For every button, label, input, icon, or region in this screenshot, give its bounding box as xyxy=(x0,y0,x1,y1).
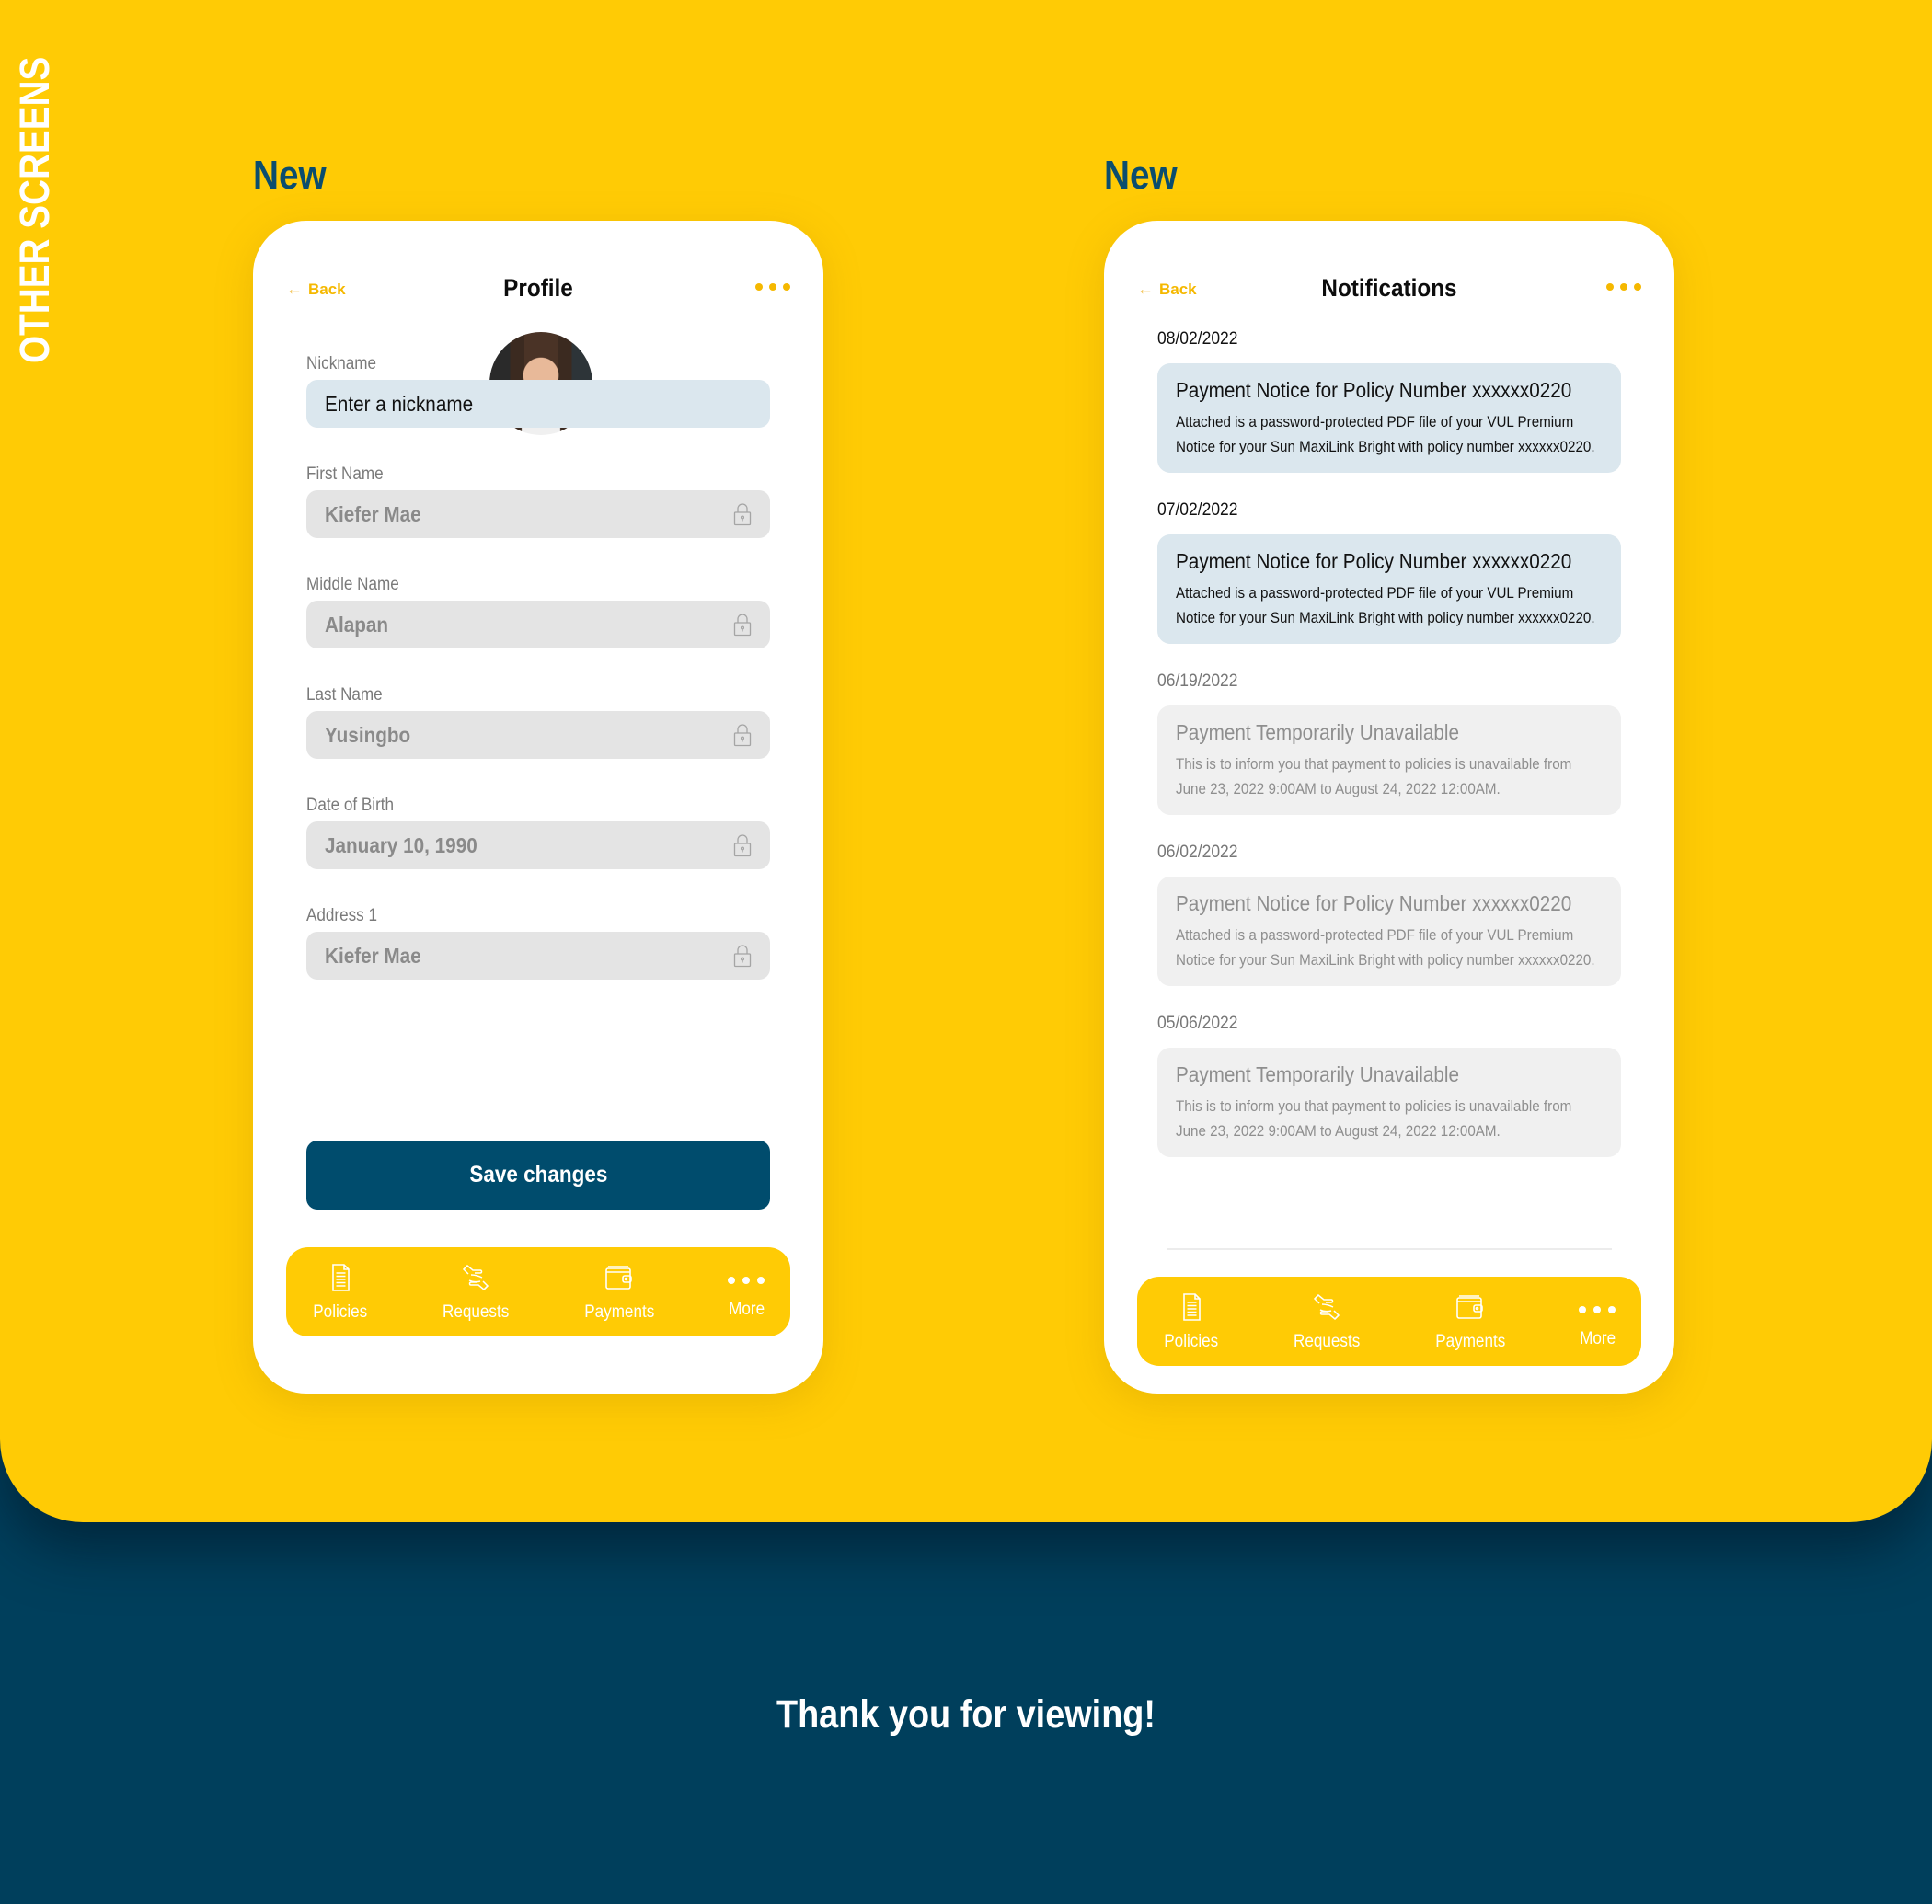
wallet-icon xyxy=(604,1262,635,1299)
bottom-nav: Policies Requests Payments More xyxy=(1137,1277,1641,1366)
section-title: OTHER SCREENS xyxy=(11,56,58,364)
page-title: Profile xyxy=(503,274,573,302)
first-name-label: First Name xyxy=(306,465,384,484)
notification-body: Attached is a password-protected PDF fil… xyxy=(1176,927,1595,969)
middle-name-label: Middle Name xyxy=(306,575,399,594)
nickname-value: Enter a nickname xyxy=(325,391,474,416)
nav-item-payments[interactable]: Payments xyxy=(1432,1291,1509,1352)
address-1-label: Address 1 xyxy=(306,906,377,925)
nav-label: Policies xyxy=(1164,1331,1219,1351)
notification-date: 07/02/2022 xyxy=(1157,500,1238,520)
lock-icon xyxy=(733,833,752,857)
profile-version-label: New xyxy=(253,153,327,198)
address-1-field: Kiefer Mae xyxy=(306,932,770,980)
nav-label: Requests xyxy=(1293,1331,1360,1351)
wallet-icon xyxy=(1455,1291,1486,1328)
more-horizontal-icon[interactable] xyxy=(755,283,790,291)
nav-item-policies[interactable]: Policies xyxy=(1161,1291,1221,1352)
notification-body: Attached is a password-protected PDF fil… xyxy=(1176,414,1595,455)
nav-label: More xyxy=(1579,1328,1616,1348)
list-fade-overlay xyxy=(1157,1164,1621,1246)
last-name-label: Last Name xyxy=(306,685,383,705)
last-name-value: Yusingbo xyxy=(325,722,411,747)
page-title: Notifications xyxy=(1321,274,1457,302)
document-icon xyxy=(325,1262,356,1299)
divider xyxy=(1167,1248,1612,1250)
date-of-birth-label: Date of Birth xyxy=(306,796,395,815)
notification-card[interactable]: Payment Notice for Policy Number xxxxxx0… xyxy=(1157,363,1621,473)
middle-name-field: Alapan xyxy=(306,601,770,648)
lock-icon xyxy=(733,613,752,637)
nav-item-payments[interactable]: Payments xyxy=(581,1262,658,1323)
profile-header: ← Back Profile xyxy=(253,274,823,320)
date-of-birth-field: January 10, 1990 xyxy=(306,821,770,869)
lock-icon xyxy=(733,502,752,526)
nav-item-requests[interactable]: Requests xyxy=(439,1262,512,1323)
bottom-nav: Policies Requests Payments More xyxy=(286,1247,790,1336)
notification-date: 06/19/2022 xyxy=(1157,671,1238,691)
notification-date: 05/06/2022 xyxy=(1157,1014,1238,1033)
more-horizontal-icon[interactable] xyxy=(1606,283,1641,291)
nav-item-requests[interactable]: Requests xyxy=(1290,1291,1363,1352)
thank-you-message: Thank you for viewing! xyxy=(776,1692,1156,1737)
notification-title: Payment Temporarily Unavailable xyxy=(1176,720,1459,744)
notification-card[interactable]: Payment Temporarily Unavailable This is t… xyxy=(1157,705,1621,815)
nav-item-more[interactable]: More xyxy=(727,1265,766,1320)
notification-title: Payment Temporarily Unavailable xyxy=(1176,1062,1459,1086)
nav-label: Policies xyxy=(313,1302,368,1322)
notification-title: Payment Notice for Policy Number xxxxxx0… xyxy=(1176,378,1572,402)
last-name-field: Yusingbo xyxy=(306,711,770,759)
first-name-field: Kiefer Mae xyxy=(306,490,770,538)
nav-label: Requests xyxy=(442,1302,509,1322)
nav-label: More xyxy=(728,1299,765,1319)
date-of-birth-value: January 10, 1990 xyxy=(325,832,477,857)
notifications-header: ← Back Notifications xyxy=(1104,274,1674,320)
nav-item-policies[interactable]: Policies xyxy=(310,1262,370,1323)
nav-item-more[interactable]: More xyxy=(1578,1294,1617,1349)
notification-title: Payment Notice for Policy Number xxxxxx0… xyxy=(1176,891,1572,915)
profile-screen: ← Back Profile Nickname Enter a nickname F… xyxy=(253,221,823,1394)
lock-icon xyxy=(733,723,752,747)
notification-body: This is to inform you that payment to po… xyxy=(1176,756,1572,797)
notification-list[interactable]: 08/02/2022 Payment Notice for Policy Numb… xyxy=(1157,329,1621,1246)
notification-card[interactable]: Payment Notice for Policy Number xxxxxx0… xyxy=(1157,534,1621,644)
hands-exchange-icon xyxy=(1311,1291,1342,1328)
address-1-value: Kiefer Mae xyxy=(325,943,421,968)
nav-label: Payments xyxy=(584,1302,655,1322)
nickname-label: Nickname xyxy=(306,354,377,373)
more-horizontal-icon xyxy=(1579,1294,1616,1325)
more-horizontal-icon xyxy=(728,1265,765,1296)
notification-body: This is to inform you that payment to po… xyxy=(1176,1098,1572,1140)
showcase-panel: OTHER SCREENS New ← Back Profile Nicknam… xyxy=(0,0,1932,1522)
middle-name-value: Alapan xyxy=(325,612,389,637)
notification-card[interactable]: Payment Notice for Policy Number xxxxxx0… xyxy=(1157,877,1621,986)
notification-title: Payment Notice for Policy Number xxxxxx0… xyxy=(1176,549,1572,573)
notifications-screen: ← Back Notifications 08/02/2022 Payment N… xyxy=(1104,221,1674,1394)
nickname-field[interactable]: Enter a nickname xyxy=(306,380,770,428)
nav-label: Payments xyxy=(1435,1331,1506,1351)
notification-date: 08/02/2022 xyxy=(1157,329,1238,349)
save-changes-button[interactable]: Save changes xyxy=(306,1141,770,1210)
first-name-value: Kiefer Mae xyxy=(325,501,421,526)
notification-card[interactable]: Payment Temporarily Unavailable This is t… xyxy=(1157,1048,1621,1157)
notification-body: Attached is a password-protected PDF fil… xyxy=(1176,585,1595,626)
lock-icon xyxy=(733,944,752,968)
document-icon xyxy=(1176,1291,1207,1328)
notification-date: 06/02/2022 xyxy=(1157,843,1238,862)
hands-exchange-icon xyxy=(460,1262,491,1299)
save-changes-label: Save changes xyxy=(468,1162,608,1187)
notifications-version-label: New xyxy=(1104,153,1178,198)
